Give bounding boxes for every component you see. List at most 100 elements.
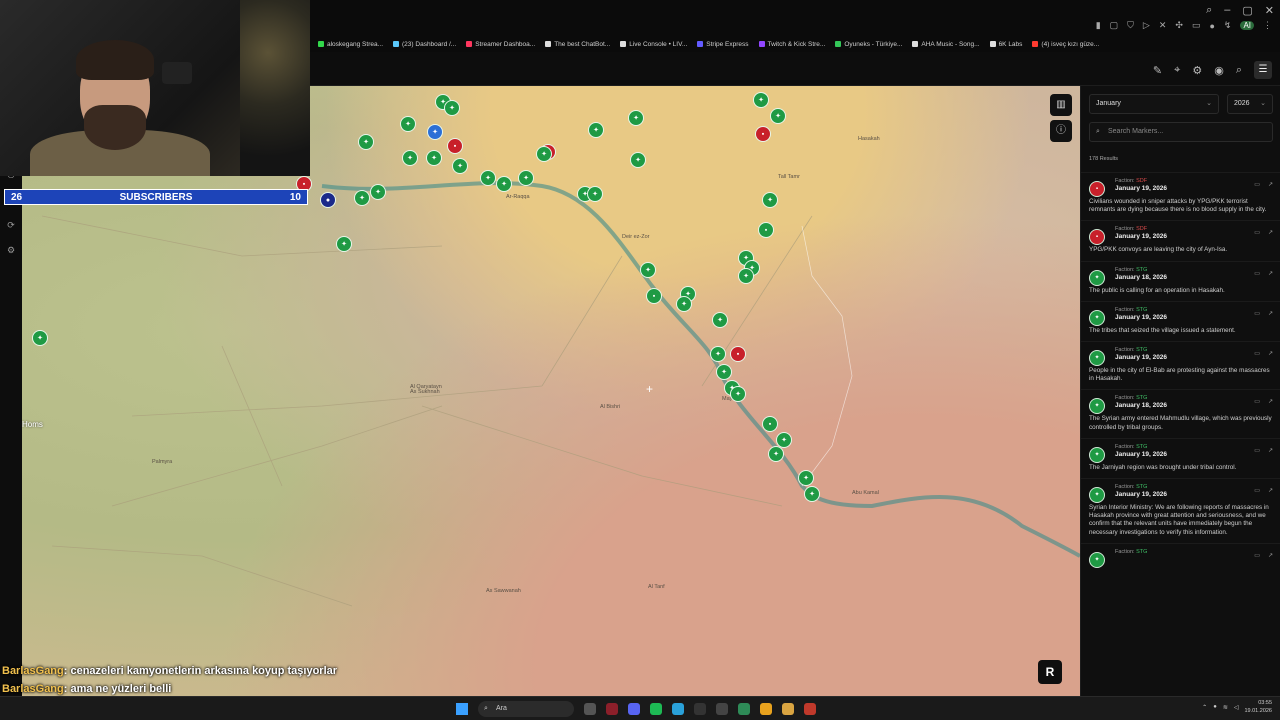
external-link-icon[interactable]: ↗ <box>1268 181 1273 188</box>
map-marker[interactable]: ✦ <box>588 122 604 138</box>
folder-icon[interactable] <box>782 703 794 715</box>
map-marker[interactable]: ✦ <box>587 186 603 202</box>
app-icon[interactable] <box>694 703 706 715</box>
bookmark-item[interactable]: Oyuneks - Türkiye... <box>835 41 902 48</box>
external-link-icon[interactable]: ↗ <box>1268 310 1273 317</box>
event-item[interactable]: ✦ ▭ ↗ Faction: STG January 18, 2026 The publi… <box>1081 260 1280 301</box>
bookmark-icon[interactable]: ▭ <box>1254 229 1260 236</box>
spotify-icon[interactable] <box>650 703 662 715</box>
app-icon[interactable] <box>738 703 750 715</box>
external-link-icon[interactable]: ↗ <box>1268 447 1273 454</box>
pin-icon[interactable]: ⌖ <box>1174 64 1180 77</box>
bookmark-item[interactable]: Twitch & Kick Stre... <box>758 41 825 48</box>
bookmark-item[interactable]: (4) isveç kızı güze... <box>1032 41 1099 48</box>
search-icon[interactable]: ⌕ <box>1236 64 1242 77</box>
bookmark-item[interactable]: Stripe Express <box>697 41 749 48</box>
external-link-icon[interactable]: ↗ <box>1268 350 1273 357</box>
month-select[interactable]: January ⌄ <box>1089 94 1219 114</box>
map-marker[interactable]: ✦ <box>536 146 552 162</box>
extension-icon[interactable]: ✕ <box>1159 20 1167 31</box>
menu-icon[interactable]: ☰ <box>1254 61 1272 79</box>
map-marker[interactable]: ▪ <box>762 416 778 432</box>
chevron-up-icon[interactable]: ⌃ <box>1202 704 1207 711</box>
chrome-icon[interactable] <box>760 703 772 715</box>
camera-icon[interactable]: ◉ <box>1214 64 1224 77</box>
chat-icon[interactable]: ▭ <box>1192 20 1201 31</box>
map-marker[interactable]: ✦ <box>518 170 534 186</box>
extension-icon[interactable]: ▮ <box>1096 20 1101 31</box>
event-item[interactable]: ✦ ▭ ↗ Faction: STG January 18, 2026 The Syria… <box>1081 389 1280 437</box>
map-marker[interactable]: ✦ <box>768 446 784 462</box>
minimize-button[interactable]: – <box>1224 4 1230 17</box>
map-marker[interactable]: ✦ <box>496 176 512 192</box>
bookmark-icon[interactable]: ▭ <box>1254 487 1260 494</box>
event-item[interactable]: ✦ ▭ ↗ Faction: STG <box>1081 542 1280 568</box>
map-marker[interactable]: ✦ <box>336 236 352 252</box>
bookmark-icon[interactable]: ▭ <box>1254 270 1260 277</box>
map-marker[interactable]: ✦ <box>444 100 460 116</box>
toolbar-icon[interactable]: ⟳ <box>7 220 15 231</box>
bookmark-item[interactable]: Streamer Dashboa... <box>466 41 535 48</box>
map-marker[interactable]: ✦ <box>452 158 468 174</box>
map-marker[interactable]: ✦ <box>628 110 644 126</box>
puzzle-icon[interactable]: ✣ <box>1175 20 1183 31</box>
map-marker[interactable]: ✦ <box>716 364 732 380</box>
map-marker[interactable]: ✦ <box>798 470 814 486</box>
bookmark-item[interactable]: 6K Labs <box>989 41 1022 48</box>
taskbar-clock[interactable]: 03:55 19.01.2026 <box>1244 699 1272 715</box>
map-marker[interactable]: ▪ <box>755 126 771 142</box>
tab-search-icon[interactable]: ⌕ <box>1206 4 1212 17</box>
map-marker[interactable]: ✦ <box>753 92 769 108</box>
map-marker[interactable]: ✦ <box>770 108 786 124</box>
event-item[interactable]: ▪ ▭ ↗ Faction: SDF January 19, 2026 Civilians… <box>1081 172 1280 220</box>
bookmark-icon[interactable]: ▭ <box>1254 398 1260 405</box>
map-marker[interactable]: ✦ <box>730 386 746 402</box>
bookmark-item[interactable]: AHA Music - Song... <box>912 41 980 48</box>
play-icon[interactable]: ▷ <box>1143 20 1150 31</box>
more-menu-icon[interactable]: ⋮ <box>1263 20 1272 31</box>
map-marker[interactable]: ✦ <box>710 346 726 362</box>
year-select[interactable]: 2026 ⌄ <box>1227 94 1273 114</box>
map-marker[interactable]: ✦ <box>712 312 728 328</box>
map-marker[interactable]: ✦ <box>400 116 416 132</box>
app-icon[interactable] <box>606 703 618 715</box>
telegram-icon[interactable] <box>672 703 684 715</box>
shield-icon[interactable]: ⛉ <box>1127 20 1134 31</box>
task-view-icon[interactable] <box>584 703 596 715</box>
map-marker[interactable]: ✦ <box>426 150 442 166</box>
profile-icon[interactable]: ● <box>1209 21 1214 31</box>
windows-start-icon[interactable] <box>456 703 468 715</box>
bookmark-icon[interactable]: ▭ <box>1254 181 1260 188</box>
bookmark-item[interactable]: The best ChatBot... <box>545 41 610 48</box>
taskbar-search[interactable]: ⌕ Ara <box>478 701 574 717</box>
external-link-icon[interactable]: ↗ <box>1268 552 1273 559</box>
maximize-button[interactable]: ▢ <box>1242 4 1252 17</box>
event-item[interactable]: ✦ ▭ ↗ Faction: STG January 19, 2026 The tribe… <box>1081 300 1280 341</box>
app-icon[interactable] <box>716 703 728 715</box>
close-button[interactable]: ✕ <box>1265 4 1274 17</box>
bookmark-icon[interactable]: ▭ <box>1254 447 1260 454</box>
event-item[interactable]: ▪ ▭ ↗ Faction: SDF January 19, 2026 YPG/PKK c… <box>1081 220 1280 260</box>
map-marker[interactable]: ✦ <box>738 268 754 284</box>
event-item[interactable]: ✦ ▭ ↗ Faction: STG January 19, 2026 The Jarni… <box>1081 437 1280 478</box>
event-item[interactable]: ✦ ▭ ↗ Faction: STG January 19, 2026 People in… <box>1081 341 1280 389</box>
wifi-icon[interactable]: ≋ <box>1223 704 1228 711</box>
bookmark-item[interactable]: Live Console • LIV... <box>620 41 687 48</box>
pen-icon[interactable]: ✎ <box>1153 64 1162 77</box>
bookmark-icon[interactable]: ▭ <box>1254 310 1260 317</box>
brand-logo[interactable]: R <box>1038 660 1062 684</box>
map-marker[interactable]: ✦ <box>762 192 778 208</box>
bookmark-item[interactable]: (23) Dashboard /... <box>393 41 456 48</box>
extension-icon[interactable]: ▢ <box>1110 20 1119 31</box>
map-marker[interactable]: ✦ <box>676 296 692 312</box>
ai-extension-icon[interactable]: AI <box>1240 21 1254 30</box>
bookmark-item[interactable]: aloskegang Strea... <box>318 41 383 48</box>
map-marker[interactable]: ✦ <box>402 150 418 166</box>
marker-search-input[interactable]: ⌕ Search Markers... <box>1089 122 1273 142</box>
map-canvas[interactable]: Homs Palmyra Al Qaryatayn As Sukhnah Tal… <box>22 86 1080 696</box>
mic-icon[interactable]: ● <box>1213 704 1217 710</box>
extension-icon[interactable]: ↯ <box>1224 20 1232 31</box>
map-marker[interactable]: ✦ <box>640 262 656 278</box>
map-marker[interactable]: ● <box>320 192 336 208</box>
external-link-icon[interactable]: ↗ <box>1268 487 1273 494</box>
